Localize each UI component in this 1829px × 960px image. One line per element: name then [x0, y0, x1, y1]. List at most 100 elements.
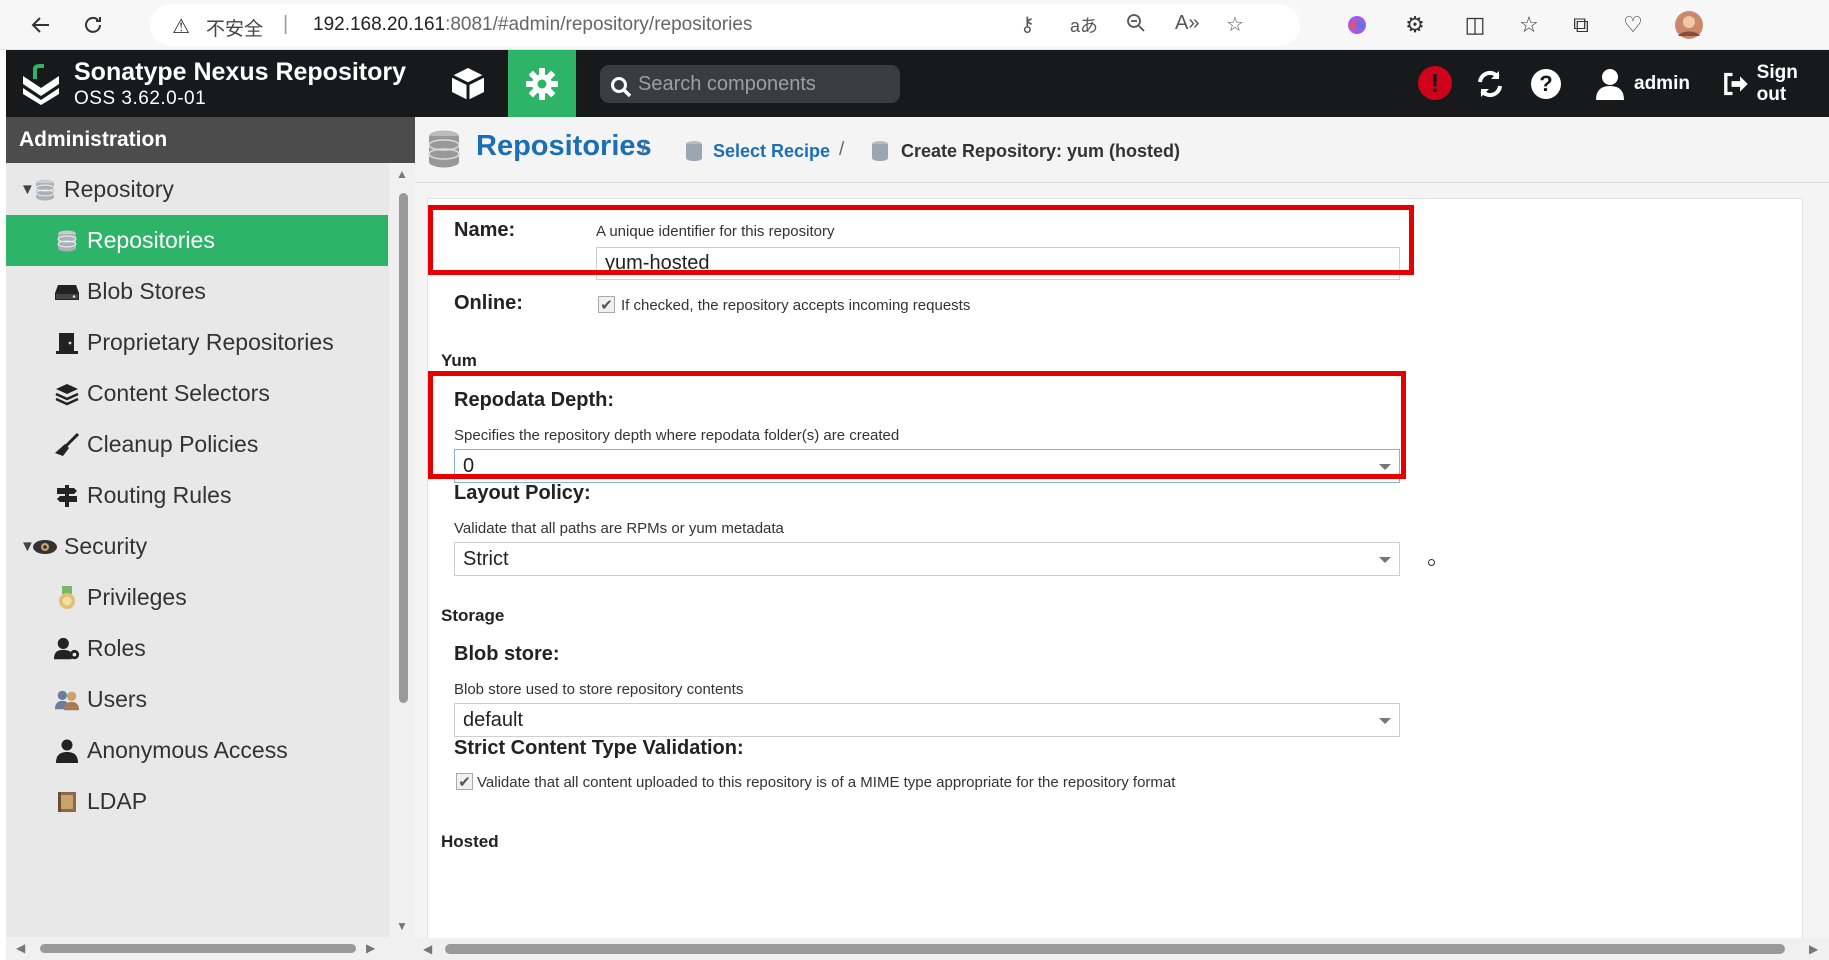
app-header: Sonatype Nexus Repository OSS 3.62.0-01 … [6, 50, 1829, 117]
layers-icon [54, 381, 80, 407]
scroll-up-icon[interactable]: ▲ [396, 167, 408, 181]
user-menu[interactable]: admin [1596, 64, 1690, 104]
page-title[interactable]: Repositories [476, 130, 652, 163]
search-icon [610, 73, 632, 111]
strict-validation-help: Validate that all content uploaded to th… [477, 774, 1176, 791]
sidebar-item-blob-stores[interactable]: Blob Stores [6, 266, 388, 317]
sidebar-horizontal-scrollbar[interactable]: ◀ ▶ [6, 937, 415, 960]
warning-icon[interactable]: ⚠ [172, 14, 190, 39]
sidebar-item-proprietary-repositories[interactable]: Proprietary Repositories [6, 317, 388, 368]
refresh-sync-icon[interactable] [1470, 64, 1510, 104]
sidebar-item-security[interactable]: ▼ Security [6, 521, 388, 572]
sidebar-item-label: Security [64, 533, 148, 559]
url-separator: | [283, 13, 289, 35]
repodata-highlight-box [428, 371, 1406, 479]
create-repository-form: Name: A unique identifier for this repos… [427, 198, 1803, 938]
scroll-right-icon[interactable]: ▶ [366, 941, 375, 955]
sidebar-item-label: LDAP [87, 788, 148, 814]
online-checkbox[interactable]: ✔ [598, 296, 615, 314]
chevron-down-icon[interactable] [1379, 557, 1391, 563]
hosted-section-title: Hosted [441, 832, 499, 851]
extensions-icon[interactable]: ⚙ [1398, 8, 1432, 42]
sidebar-item-label: Roles [87, 635, 146, 661]
door-icon [54, 330, 80, 356]
sidebar-item-label: Content Selectors [87, 380, 270, 406]
key-icon[interactable]: ⚷ [1020, 12, 1035, 37]
sidebar-vertical-scrollbar[interactable]: ▲ ▼ [389, 163, 415, 937]
refresh-icon[interactable] [76, 8, 110, 42]
insecure-label[interactable]: 不安全 [206, 14, 263, 41]
copilot-icon[interactable] [1340, 8, 1374, 42]
breadcrumb: Repositories / Select Recipe / Create Re… [415, 117, 1829, 183]
main-hscroll-thumb[interactable] [445, 944, 1785, 954]
sidebar-title: Administration [6, 117, 415, 163]
sidebar-item-repository[interactable]: ▼ Repository [6, 164, 388, 215]
sidebar-item-anonymous-access[interactable]: Anonymous Access [6, 725, 388, 776]
name-highlight-box [428, 205, 1414, 275]
scroll-down-icon[interactable]: ▼ [396, 919, 408, 933]
sidebar-item-cleanup-policies[interactable]: Cleanup Policies [6, 419, 388, 470]
storage-section-title: Storage [441, 606, 505, 625]
svg-text:?: ? [1539, 71, 1552, 96]
nexus-logo-icon [20, 62, 62, 106]
browser-toolbar: ⚠ 不安全 | 192.168.20.161:8081/#admin/repos… [0, 0, 1829, 50]
sidebar-item-content-selectors[interactable]: Content Selectors [6, 368, 388, 419]
browse-cube-icon[interactable] [446, 64, 490, 104]
favorites-icon[interactable]: ☆ [1512, 8, 1546, 42]
current-page-label: Create Repository: yum (hosted) [901, 141, 1181, 161]
admin-sidebar: Administration ▼ Repository Repositories Bl… [6, 117, 415, 960]
translate-icon[interactable]: aあ [1070, 12, 1098, 38]
sidebar-scroll-thumb[interactable] [399, 193, 408, 703]
eye-icon [32, 534, 58, 560]
address-bar[interactable]: ⚠ 不安全 | 192.168.20.161:8081/#admin/repos… [150, 4, 1300, 46]
scroll-left-icon[interactable]: ◀ [16, 941, 25, 955]
breadcrumb-separator: / [641, 139, 647, 160]
product-name: Sonatype Nexus Repository [74, 58, 407, 86]
sidebar-item-ldap[interactable]: LDAP [6, 776, 388, 827]
layout-policy-label: Layout Policy: [454, 482, 591, 504]
read-aloud-icon[interactable]: A» [1175, 12, 1199, 35]
chevron-down-icon[interactable] [1379, 718, 1391, 724]
sidebar-hscroll-thumb[interactable] [40, 944, 356, 953]
zoom-out-icon[interactable] [1125, 12, 1147, 40]
sign-out-button[interactable]: Sign out [1722, 62, 1829, 105]
administration-gear-button[interactable] [508, 50, 576, 117]
search-components-input[interactable]: Search components [600, 65, 900, 103]
main-content: Name: A unique identifier for this repos… [415, 183, 1829, 938]
star-icon[interactable]: ☆ [1226, 12, 1244, 37]
book-icon [54, 789, 80, 815]
signpost-icon [54, 483, 80, 509]
blob-store-label: Blob store: [454, 643, 560, 665]
sidebar-item-label: Blob Stores [87, 278, 206, 304]
sidebar-item-roles[interactable]: Roles [6, 623, 388, 674]
strict-validation-label: Strict Content Type Validation: [454, 737, 744, 759]
collections-icon[interactable]: ⧉ [1564, 8, 1598, 42]
sign-out-icon [1724, 72, 1748, 96]
online-help: If checked, the repository accepts incom… [621, 297, 971, 314]
help-icon[interactable]: ? [1526, 64, 1566, 104]
scroll-right-icon[interactable]: ▶ [1809, 942, 1818, 956]
back-icon[interactable] [24, 8, 58, 42]
sidebar-tree: ▼ Repository Repositories Blob Stores Propri… [6, 163, 388, 937]
hard-drive-icon [54, 279, 80, 305]
select-recipe-link[interactable]: Select Recipe [713, 141, 830, 162]
url-text[interactable]: 192.168.20.161:8081/#admin/repository/re… [313, 14, 752, 36]
user-gear-icon [54, 636, 80, 662]
scroll-left-icon[interactable]: ◀ [423, 942, 432, 956]
layout-policy-select[interactable]: Strict [454, 542, 1400, 576]
blob-store-select[interactable]: default [454, 703, 1400, 737]
sidebar-item-label: Routing Rules [87, 482, 232, 508]
profile-avatar-icon[interactable] [1672, 8, 1706, 42]
sidebar-item-repositories[interactable]: Repositories [6, 215, 388, 266]
database-icon [54, 228, 80, 254]
sidebar-item-routing-rules[interactable]: Routing Rules [6, 470, 388, 521]
gear-icon [526, 67, 558, 100]
strict-validation-checkbox[interactable]: ✔ [456, 773, 473, 791]
sidebar-item-label: Repository [64, 176, 174, 202]
sidebar-item-privileges[interactable]: Privileges [6, 572, 388, 623]
main-horizontal-scrollbar[interactable]: ◀ ▶ [415, 938, 1829, 960]
health-icon[interactable]: ♡ [1616, 8, 1650, 42]
system-alert-icon[interactable]: ! [1418, 66, 1452, 100]
split-screen-icon[interactable]: ◫ [1458, 8, 1492, 42]
sidebar-item-users[interactable]: Users [6, 674, 388, 725]
